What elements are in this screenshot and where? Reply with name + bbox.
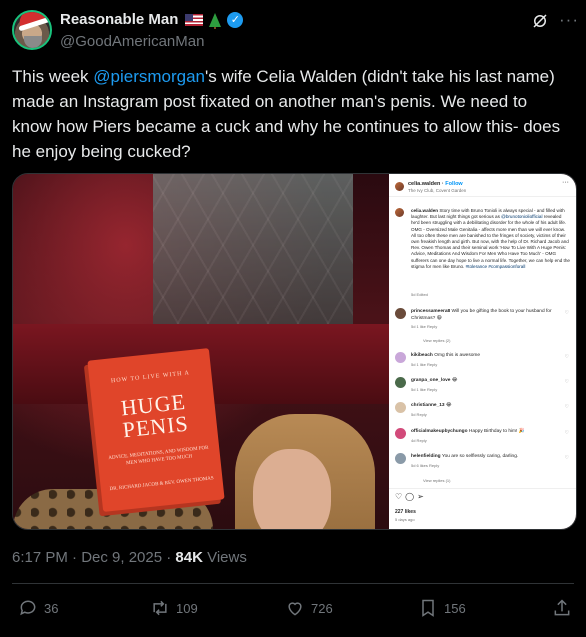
heart-icon: ♡ xyxy=(564,455,569,461)
heart-icon: ♡ xyxy=(564,310,569,316)
heart-icon: ♡ xyxy=(564,354,569,360)
author-handle[interactable]: @GoodAmericanMan xyxy=(60,33,204,50)
author-avatar[interactable] xyxy=(12,10,52,50)
book-cover: HOW TO LIVE WITH A HUGE PENIS ADVICE, MED… xyxy=(87,348,225,512)
share-icon: ➢ xyxy=(417,492,427,501)
photo: HOW TO LIVE WITH A HUGE PENIS ADVICE, MED… xyxy=(13,174,389,529)
verified-badge-icon[interactable]: ✓ xyxy=(227,11,244,28)
tweet-media[interactable]: HOW TO LIVE WITH A HUGE PENIS ADVICE, MED… xyxy=(12,173,577,530)
repost-icon xyxy=(153,600,167,616)
instagram-actions: ♡◯➢ xyxy=(395,492,427,501)
bookmark-button[interactable]: 156 xyxy=(418,598,466,618)
heart-icon: ♡ xyxy=(564,379,569,385)
instagram-panel: celia.walden · Follow The Ivy Club, Cove… xyxy=(389,174,576,529)
share-button[interactable] xyxy=(552,598,572,618)
reply-count: 36 xyxy=(44,600,59,616)
more-options-icon[interactable]: ··· xyxy=(559,10,579,30)
views-count: 84K xyxy=(175,549,203,566)
author-name-row: Reasonable Man ✓ xyxy=(60,11,244,29)
repost-button[interactable]: 109 xyxy=(150,598,198,618)
like-count: 726 xyxy=(311,600,333,616)
like-button[interactable]: 726 xyxy=(285,598,333,618)
tweet-timestamp[interactable]: 6:17 PM · Dec 9, 2025 · xyxy=(12,549,175,566)
author-display-name[interactable]: Reasonable Man xyxy=(60,11,178,28)
comment-icon: ◯ xyxy=(405,492,418,501)
heart-icon: ♡ xyxy=(395,492,406,501)
heart-icon: ♡ xyxy=(564,404,569,410)
divider xyxy=(12,583,574,584)
tweet: Reasonable Man ✓ @GoodAmericanMan ··· Th… xyxy=(0,0,586,637)
heart-icon xyxy=(288,602,302,616)
reply-button[interactable]: 36 xyxy=(18,598,58,618)
tweet-text: This week @piersmorgan's wife Celia Wald… xyxy=(12,67,561,161)
share-icon xyxy=(554,599,570,616)
bookmark-count: 156 xyxy=(444,600,466,616)
mention-link[interactable]: @piersmorgan xyxy=(93,67,205,86)
more-icon: ··· xyxy=(562,179,569,186)
instagram-header: celia.walden · Follow The Ivy Club, Cove… xyxy=(395,179,571,196)
santa-hat-icon xyxy=(16,12,48,28)
heart-icon: ♡ xyxy=(564,430,569,436)
repost-count: 109 xyxy=(176,600,198,616)
flag-us-icon xyxy=(185,13,204,26)
christmas-tree-icon xyxy=(209,12,222,29)
reply-icon xyxy=(20,600,36,616)
instagram-avatar xyxy=(395,182,404,191)
bookmark-icon xyxy=(422,599,434,617)
tweet-meta: 6:17 PM · Dec 9, 2025 · 84K Views xyxy=(12,549,247,566)
grok-icon[interactable] xyxy=(531,12,549,30)
instagram-caption: celia.walden Story time with Bruno Tonio… xyxy=(411,208,570,269)
